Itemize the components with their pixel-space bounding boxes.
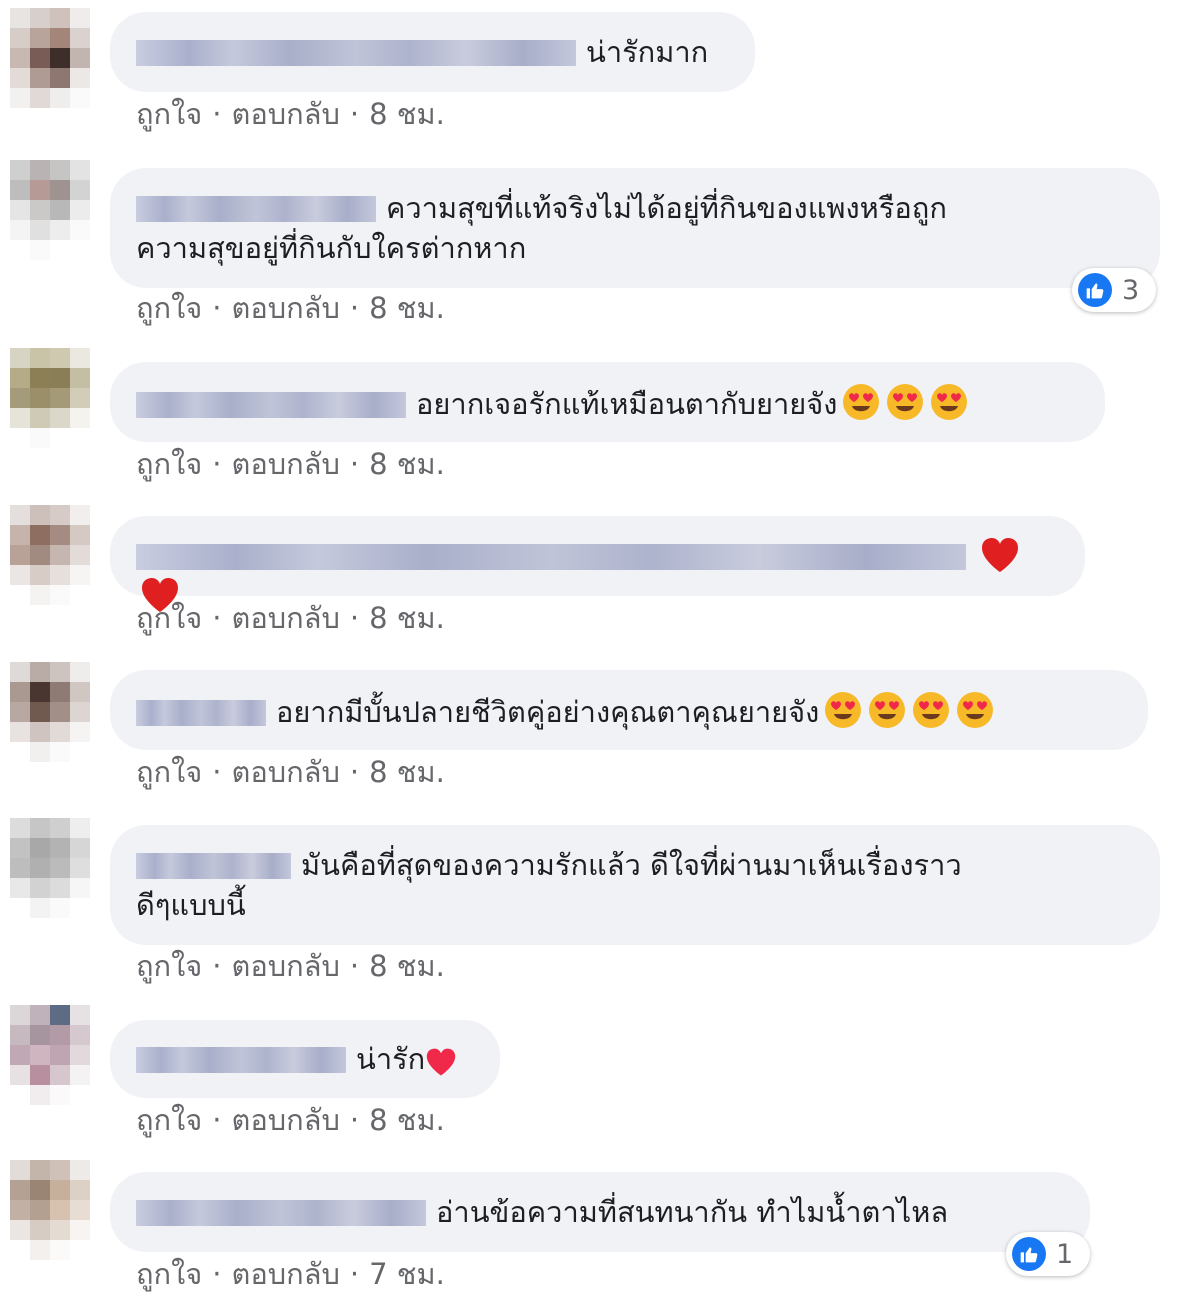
separator: · [349,755,360,789]
comment-text: อ่านข้อความที่สนทนากัน ทำไมน้ำตาไหล [436,1195,949,1229]
like-action[interactable]: ถูกใจ [136,601,202,635]
comment-timestamp[interactable]: 8 ชม. [369,447,445,481]
separator: · [212,1257,222,1291]
like-action[interactable]: ถูกใจ [136,447,202,481]
comment-bubble: อยากมีบั้นปลายชีวิตคู่อย่างคุณตาคุณยายจั… [110,670,1148,750]
comment-actions: ถูกใจ · ตอบกลับ · 8 ชม. [136,290,445,326]
comment-bubble: ความสุขที่แท้จริงไม่ได้อยู่ที่กินของแพงห… [110,168,1160,288]
heart-eyes-emoji [925,384,969,420]
comment-text: อยากเจอรักแท้เหมือนตากับยายจัง [416,387,838,421]
heart-emoji [425,1048,457,1076]
separator: · [349,97,360,131]
comment-bubble: อยากเจอรักแท้เหมือนตากับยายจัง [110,362,1105,442]
heart-eyes-emoji [819,692,863,728]
comment-actions: ถูกใจ · ตอบกลับ · 8 ชม. [136,1102,445,1138]
separator: · [212,949,222,983]
comment-actions: ถูกใจ · ตอบกลับ · 7 ชม. [136,1256,445,1292]
separator: · [349,1103,360,1137]
like-action[interactable]: ถูกใจ [136,1103,202,1137]
like-action[interactable]: ถูกใจ [136,949,202,983]
avatar[interactable] [10,505,90,605]
heart-eyes-emoji [881,384,925,420]
separator: · [349,447,360,481]
comment-actions: ถูกใจ · ตอบกลับ · 8 ชม. [136,600,445,636]
comment-text: น่ารัก [356,1042,426,1076]
comment-text: อยากมีบั้นปลายชีวิตคู่อย่างคุณตาคุณยายจั… [276,695,820,729]
reply-action[interactable]: ตอบกลับ [232,755,340,789]
red-heart-emoji [976,538,1020,572]
reply-action[interactable]: ตอบกลับ [232,291,340,325]
separator: · [212,447,222,481]
reaction-count-badge[interactable]: 1 [1006,1232,1090,1276]
separator: · [212,291,222,325]
avatar[interactable] [10,818,90,918]
avatar[interactable] [10,662,90,762]
commenter-name-blurred[interactable] [136,700,266,726]
comment-bubble: มันคือที่สุดของความรักแล้ว ดีใจที่ผ่านมา… [110,825,1160,945]
separator: · [349,291,360,325]
commenter-name-blurred[interactable] [136,392,406,418]
comment-timestamp[interactable]: 8 ชม. [369,755,445,789]
separator: · [212,755,222,789]
comment-bubble [110,516,1085,612]
separator: · [212,1103,222,1137]
avatar[interactable] [10,1160,90,1260]
like-action[interactable]: ถูกใจ [136,755,202,789]
heart-eyes-emoji [837,384,881,420]
comment-actions: ถูกใจ · ตอบกลับ · 8 ชม. [136,96,445,132]
like-reaction-icon [1012,1237,1046,1271]
separator: · [349,1257,360,1291]
avatar[interactable] [10,348,90,448]
avatar[interactable] [10,1005,90,1105]
heart-eyes-emoji [907,692,951,728]
comment-bubble: น่ารัก [110,1020,500,1098]
comment-timestamp[interactable]: 8 ชม. [369,1103,445,1137]
comment-actions: ถูกใจ · ตอบกลับ · 8 ชม. [136,754,445,790]
reaction-count: 3 [1122,274,1140,306]
separator: · [212,97,222,131]
comment-timestamp[interactable]: 8 ชม. [369,97,445,131]
comment-text: น่ารักมาก [586,35,709,69]
avatar[interactable] [10,160,90,260]
comment-timestamp[interactable]: 8 ชม. [369,601,445,635]
commenter-name-blurred[interactable] [136,544,966,570]
like-action[interactable]: ถูกใจ [136,97,202,131]
comment-actions: ถูกใจ · ตอบกลับ · 8 ชม. [136,446,445,482]
comment-timestamp[interactable]: 7 ชม. [369,1257,445,1291]
commenter-name-blurred[interactable] [136,1200,426,1226]
commenter-name-blurred[interactable] [136,1047,346,1073]
separator: · [349,601,360,635]
reaction-count: 1 [1056,1238,1074,1270]
heart-eyes-emoji [951,692,995,728]
reply-action[interactable]: ตอบกลับ [232,949,340,983]
reply-action[interactable]: ตอบกลับ [232,447,340,481]
comment-bubble: น่ารักมาก [110,12,755,92]
separator: · [212,601,222,635]
commenter-name-blurred[interactable] [136,853,291,879]
like-reaction-icon [1078,273,1112,307]
reply-action[interactable]: ตอบกลับ [232,1103,340,1137]
like-action[interactable]: ถูกใจ [136,291,202,325]
heart-eyes-emoji [863,692,907,728]
like-action[interactable]: ถูกใจ [136,1257,202,1291]
comment-bubble: อ่านข้อความที่สนทนากัน ทำไมน้ำตาไหล [110,1172,1090,1252]
reply-action[interactable]: ตอบกลับ [232,1257,340,1291]
avatar[interactable] [10,8,90,108]
reply-action[interactable]: ตอบกลับ [232,97,340,131]
separator: · [349,949,360,983]
comment-timestamp[interactable]: 8 ชม. [369,949,445,983]
commenter-name-blurred[interactable] [136,40,576,66]
commenter-name-blurred[interactable] [136,196,376,222]
comment-actions: ถูกใจ · ตอบกลับ · 8 ชม. [136,948,445,984]
reaction-count-badge[interactable]: 3 [1072,268,1156,312]
reply-action[interactable]: ตอบกลับ [232,601,340,635]
comment-timestamp[interactable]: 8 ชม. [369,291,445,325]
